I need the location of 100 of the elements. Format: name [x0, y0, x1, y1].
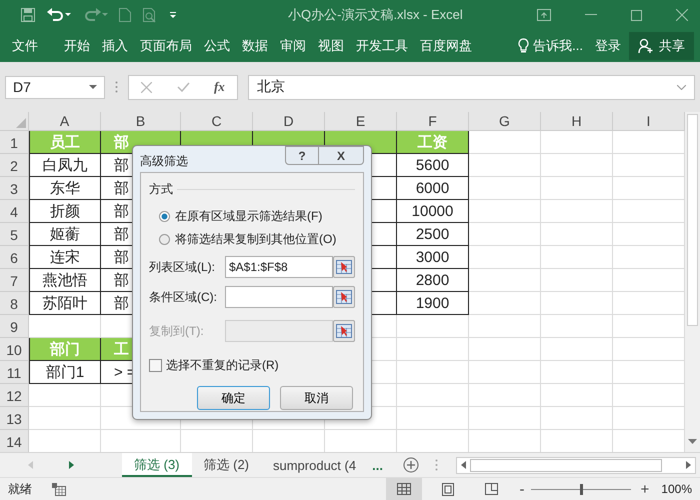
- new-file-icon[interactable]: [118, 7, 132, 23]
- sign-in-link[interactable]: 登录: [589, 33, 627, 59]
- checkbox[interactable]: [149, 359, 162, 372]
- row-header[interactable]: 13: [0, 407, 29, 430]
- column-header[interactable]: H: [541, 112, 613, 131]
- share-button[interactable]: 共享: [629, 32, 694, 60]
- column-header[interactable]: C: [181, 112, 253, 131]
- cancel-icon[interactable]: [141, 82, 152, 92]
- empty-cell: [541, 200, 613, 223]
- range-picker-button[interactable]: [333, 286, 355, 308]
- range-field[interactable]: [225, 320, 333, 342]
- range-picker-button[interactable]: [333, 320, 355, 342]
- macro-record-icon[interactable]: [52, 482, 66, 496]
- formula-field[interactable]: 北京: [248, 74, 695, 100]
- empty-cell: [397, 338, 469, 361]
- empty-cell: [541, 292, 613, 315]
- help-button[interactable]: ?: [285, 146, 319, 165]
- close-icon[interactable]: [676, 9, 688, 21]
- range-field[interactable]: $A$1:$F$8: [225, 256, 333, 278]
- row-header[interactable]: 7: [0, 269, 29, 292]
- page-layout-icon[interactable]: [442, 482, 454, 496]
- column-header[interactable]: F: [397, 112, 469, 131]
- ribbon-tab[interactable]: 审阅: [274, 33, 312, 59]
- table-cell: 苏陌叶: [29, 292, 101, 315]
- tell-me-field[interactable]: 告诉我...: [529, 33, 589, 59]
- scroll-right-icon[interactable]: [686, 461, 691, 469]
- empty-cell: [397, 361, 469, 384]
- expand-caret-icon: [677, 84, 686, 90]
- scroll-down-icon[interactable]: [688, 439, 697, 444]
- ribbon-tab[interactable]: 视图: [312, 33, 350, 59]
- table-cell: 姬蘅: [29, 223, 101, 246]
- next-sheet-icon[interactable]: [69, 461, 74, 469]
- ribbon-tab[interactable]: 公式: [198, 33, 236, 59]
- column-header[interactable]: E: [325, 112, 397, 131]
- close-button[interactable]: X: [319, 146, 364, 165]
- row-header[interactable]: 6: [0, 246, 29, 269]
- empty-cell: [541, 131, 613, 154]
- range-field[interactable]: [225, 286, 333, 308]
- zoom-level[interactable]: 100%: [661, 482, 692, 496]
- row-header[interactable]: 3: [0, 177, 29, 200]
- row-header[interactable]: 8: [0, 292, 29, 315]
- check-icon[interactable]: [176, 82, 190, 92]
- empty-cell: [469, 246, 541, 269]
- zoom-slider[interactable]: [580, 484, 583, 494]
- row-header[interactable]: 1: [0, 131, 29, 154]
- row-header[interactable]: 14: [0, 430, 29, 452]
- redo-icon[interactable]: [82, 7, 108, 23]
- name-box[interactable]: D7: [5, 76, 105, 98]
- ribbon-tab[interactable]: 插入: [96, 33, 134, 59]
- row-header[interactable]: 10: [0, 338, 29, 361]
- row-header[interactable]: 9: [0, 315, 29, 338]
- customize-caret-icon[interactable]: [168, 10, 178, 20]
- ribbon-tab[interactable]: 开发工具: [350, 33, 414, 59]
- save-icon[interactable]: [20, 7, 36, 23]
- ribbon-tab[interactable]: 页面布局: [134, 33, 198, 59]
- radio-button[interactable]: [159, 234, 170, 245]
- row-header[interactable]: 11: [0, 361, 29, 384]
- ribbon-tab[interactable]: 百度网盘: [414, 33, 478, 59]
- empty-cell: [397, 384, 469, 407]
- table-cell: 10000: [397, 200, 469, 223]
- ribbon-display-icon[interactable]: [537, 9, 551, 21]
- sheet-tab[interactable]: 筛选 (2): [192, 453, 261, 477]
- ribbon-tab[interactable]: 文件: [6, 33, 44, 59]
- select-all-icon[interactable]: [16, 118, 26, 128]
- zoom-out-button[interactable]: -: [520, 480, 525, 498]
- table-cell: 燕池悟: [29, 269, 101, 292]
- add-sheet-icon[interactable]: [402, 457, 419, 473]
- more-sheets-button[interactable]: ...: [368, 458, 387, 472]
- sheet-tab[interactable]: 筛选 (3): [122, 453, 192, 477]
- column-header[interactable]: B: [101, 112, 181, 131]
- empty-cell: [469, 338, 541, 361]
- ribbon-tab[interactable]: 开始: [58, 33, 96, 59]
- column-header[interactable]: D: [253, 112, 325, 131]
- row-header[interactable]: 2: [0, 154, 29, 177]
- splitter-icon[interactable]: [434, 459, 438, 471]
- column-header[interactable]: I: [613, 112, 685, 131]
- ribbon-tab[interactable]: 数据: [236, 33, 274, 59]
- page-break-icon[interactable]: [485, 483, 498, 495]
- table-cell: 部门1: [29, 361, 101, 384]
- range-picker-button[interactable]: [333, 256, 355, 278]
- sheet-tab[interactable]: sumproduct (4: [261, 453, 368, 477]
- radio-button[interactable]: [159, 211, 170, 222]
- maximize-icon[interactable]: [631, 10, 642, 20]
- undo-icon[interactable]: [46, 7, 72, 23]
- scrollbar-thumb[interactable]: [470, 458, 662, 472]
- row-header[interactable]: 12: [0, 384, 29, 407]
- insert-function-button[interactable]: fx: [214, 79, 225, 95]
- minimize-icon[interactable]: [585, 14, 597, 16]
- table-cell: 东华: [29, 177, 101, 200]
- dialog-button[interactable]: 确定: [197, 386, 270, 410]
- scrollbar-thumb[interactable]: [687, 114, 698, 326]
- column-header[interactable]: G: [469, 112, 541, 131]
- scroll-left-icon[interactable]: [460, 461, 466, 469]
- zoom-in-button[interactable]: +: [640, 480, 650, 498]
- row-header[interactable]: 4: [0, 200, 29, 223]
- column-header[interactable]: A: [29, 112, 101, 131]
- print-preview-icon[interactable]: [142, 7, 158, 23]
- row-header[interactable]: 5: [0, 223, 29, 246]
- dialog-button[interactable]: 取消: [280, 386, 353, 410]
- normal-view-icon[interactable]: [396, 483, 411, 495]
